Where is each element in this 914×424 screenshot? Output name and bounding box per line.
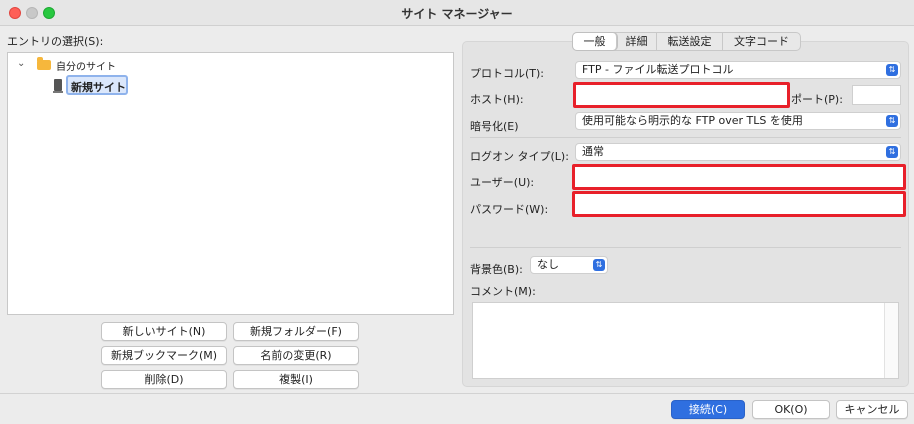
background-color-value: なし [537, 258, 559, 271]
password-input[interactable] [572, 191, 906, 217]
logon-type-value: 通常 [582, 145, 604, 158]
site-tree[interactable]: ⌄ 自分のサイト 新規サイト [7, 52, 454, 315]
encryption-value: 使用可能なら明示的な FTP over TLS を使用 [582, 114, 803, 127]
comment-textarea[interactable] [472, 302, 899, 379]
background-color-select[interactable]: なし ⇅ [530, 256, 608, 274]
password-label: パスワード(W): [470, 203, 549, 216]
tree-root-my-sites[interactable]: 自分のサイト [56, 58, 116, 73]
tree-item-new-site[interactable]: 新規サイト [66, 75, 128, 95]
ok-button[interactable]: OK(O) [752, 400, 830, 419]
new-site-button[interactable]: 新しいサイト(N) [101, 322, 227, 341]
tab-general[interactable]: 一般 [573, 33, 617, 50]
logon-type-label: ログオン タイプ(L): [470, 150, 569, 163]
cancel-button[interactable]: キャンセル [836, 400, 908, 419]
encryption-label: 暗号化(E) [470, 120, 519, 133]
entry-select-heading: エントリの選択(S): [7, 35, 104, 48]
up-down-stepper-icon: ⇅ [886, 115, 898, 127]
port-input[interactable] [852, 85, 901, 105]
protocol-value: FTP - ファイル転送プロトコル [582, 63, 734, 76]
connect-button[interactable]: 接続(C) [671, 400, 745, 419]
tab-transfer-settings[interactable]: 転送設定 [657, 33, 723, 50]
footer-divider [0, 393, 914, 394]
host-input[interactable] [573, 82, 790, 108]
up-down-stepper-icon: ⇅ [593, 259, 605, 271]
comment-label: コメント(M): [470, 285, 536, 298]
folder-icon [37, 57, 51, 70]
user-input[interactable] [572, 164, 906, 190]
port-label: ポート(P): [791, 93, 843, 106]
logon-type-select[interactable]: 通常 ⇅ [575, 143, 901, 161]
window-title: サイト マネージャー [401, 7, 513, 21]
new-bookmark-button[interactable]: 新規ブックマーク(M) [101, 346, 227, 365]
rename-button[interactable]: 名前の変更(R) [233, 346, 359, 365]
user-label: ユーザー(U): [470, 176, 535, 189]
encryption-select[interactable]: 使用可能なら明示的な FTP over TLS を使用 ⇅ [575, 112, 901, 130]
background-color-label: 背景色(B): [470, 263, 523, 276]
up-down-stepper-icon: ⇅ [886, 146, 898, 158]
divider [470, 247, 901, 248]
server-icon [53, 79, 63, 93]
divider [470, 137, 901, 138]
tab-charset[interactable]: 文字コード [723, 33, 800, 50]
up-down-stepper-icon: ⇅ [886, 64, 898, 76]
delete-button[interactable]: 削除(D) [101, 370, 227, 389]
chevron-down-icon[interactable]: ⌄ [17, 58, 25, 69]
protocol-label: プロトコル(T): [470, 67, 545, 80]
host-label: ホスト(H): [470, 93, 524, 106]
duplicate-button[interactable]: 複製(I) [233, 370, 359, 389]
title-bar: サイト マネージャー [0, 0, 914, 26]
settings-tabs: 一般 詳細 転送設定 文字コード [572, 32, 801, 51]
new-folder-button[interactable]: 新規フォルダー(F) [233, 322, 359, 341]
comment-scrollbar[interactable] [884, 303, 898, 378]
protocol-select[interactable]: FTP - ファイル転送プロトコル ⇅ [575, 61, 901, 79]
tab-advanced[interactable]: 詳細 [617, 33, 657, 50]
